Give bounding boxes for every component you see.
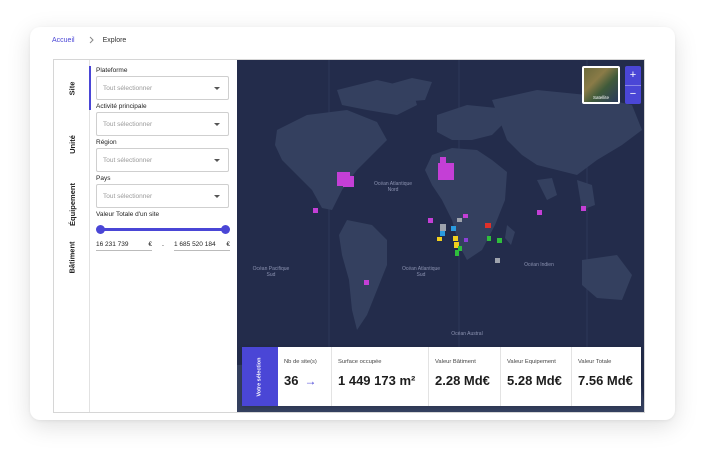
tab-batiment[interactable]: Bâtiment [54,230,90,284]
stat-equipement-value: 5.28 Md€ [507,373,562,388]
stat-equipement-label: Valeur Equipement [507,359,556,365]
currency-symbol: € [226,241,230,248]
activite-placeholder: Tout sélectionner [103,120,153,128]
stat-equipement: Valeur Equipement 5.28 Md€ [501,347,572,406]
activite-label: Activité principale [96,103,147,110]
zoom-controls: + − [625,66,641,104]
stat-batiment-label: Valeur Bâtiment [435,359,476,365]
vertical-tabs: Site Unité Équipement Bâtiment [54,60,91,412]
ocean-label-atlantique-nord: Océan Atlantique Nord [373,181,413,193]
ocean-label-austral: Océan Austral [451,331,483,337]
stat-totale-label: Valeur Totale [578,359,612,365]
stat-sites-value: 36 [284,373,299,388]
arrow-right-icon[interactable]: → [304,374,316,388]
valeur-label: Valeur Totale d'un site [96,211,160,218]
breadcrumb-home-link[interactable]: Accueil [52,37,75,44]
region-placeholder: Tout sélectionner [103,156,153,164]
slider-max-handle[interactable] [221,225,230,234]
pays-placeholder: Tout sélectionner [103,192,153,200]
valeur-min-value: 16 231 739 [96,241,129,248]
tab-equipement[interactable]: Équipement [54,170,90,238]
valeur-max-input[interactable]: 1 685 520 184 € [174,239,230,251]
tab-site[interactable]: Site [54,66,91,110]
stat-sites-label: Nb de site(s) [284,359,317,365]
stat-batiment-value: 2.28 Md€ [435,373,490,388]
valeur-max-value: 1 685 520 184 [174,241,216,248]
stat-surface-label: Surface occupée [338,359,382,365]
plateforme-select[interactable]: Tout sélectionner [96,76,229,100]
tab-unite[interactable]: Unité [54,120,90,168]
zoom-out-button[interactable]: − [625,86,641,105]
selection-label-box: Votre sélection [242,347,278,406]
chevron-down-icon [214,195,220,198]
valeur-min-input[interactable]: 16 231 739 € [96,239,152,251]
region-select[interactable]: Tout sélectionner [96,148,229,172]
chevron-down-icon [214,87,220,90]
breadcrumb: Accueil Explore [52,34,126,46]
range-separator: - [161,241,165,249]
valeur-range-inputs: 16 231 739 € - 1 685 520 184 € [96,239,232,251]
slider-min-handle[interactable] [96,225,105,234]
tab-equipement-label: Équipement [67,182,77,226]
ocean-label-pacifique-sud: Océan Pacifique Sud [252,266,290,278]
tab-unite-label: Unité [67,134,77,154]
chevron-right-icon [89,36,94,44]
stat-surface: Surface occupée 1 449 173 m² [332,347,429,406]
chevron-down-icon [214,159,220,162]
region-label: Région [96,139,117,146]
stat-batiment: Valeur Bâtiment 2.28 Md€ [429,347,501,406]
zoom-in-button[interactable]: + [625,66,641,86]
stat-totale-value: 7.56 Md€ [578,373,633,388]
pays-select[interactable]: Tout sélectionner [96,184,229,208]
selection-summary: Votre sélection Nb de site(s) 36 → Surfa… [242,347,641,406]
tab-site-label: Site [67,81,77,95]
plateforme-placeholder: Tout sélectionner [103,84,153,92]
chevron-down-icon [214,123,220,126]
plateforme-label: Plateforme [96,67,128,74]
stat-totale: Valeur Totale 7.56 Md€ [572,347,641,406]
activite-select[interactable]: Tout sélectionner [96,112,229,136]
ocean-label-atlantique-sud: Océan Atlantique Sud [401,266,441,278]
filters-form: Plateforme Tout sélectionner Activité pr… [96,66,232,251]
explore-panel: Site Unité Équipement Bâtiment Plateform… [53,59,645,413]
breadcrumb-current: Explore [102,36,127,44]
satellite-layer-toggle[interactable]: Satellite [582,66,620,104]
slider-track [99,228,227,231]
stat-sites: Nb de site(s) 36 → [278,347,332,406]
pays-label: Pays [96,175,111,182]
valeur-range-slider[interactable] [96,222,230,236]
world-map[interactable]: Océan Atlantique Nord Océan Pacifique Su… [237,60,644,412]
stat-surface-value: 1 449 173 m² [338,373,416,388]
selection-label: Votre sélection [256,356,263,397]
satellite-label: Satellite [592,95,609,100]
ocean-label-indien: Océan Indien [524,262,554,268]
tab-batiment-label: Bâtiment [67,240,77,274]
